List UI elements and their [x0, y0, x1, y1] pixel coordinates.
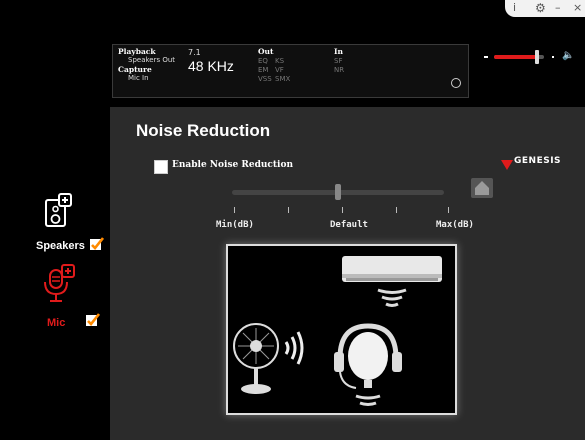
air-conditioner-icon — [342, 256, 442, 307]
playback-label: Playback — [118, 47, 156, 56]
speakers-checkbox[interactable] — [90, 236, 105, 255]
mic-icon[interactable] — [39, 264, 77, 308]
genesis-logo — [500, 156, 514, 175]
fan-icon — [233, 323, 304, 394]
noise-reduction-illustration — [226, 244, 457, 415]
out-item: VF — [275, 66, 284, 74]
home-icon — [475, 181, 489, 195]
slider-max-label: Max(dB) — [436, 220, 474, 230]
out-item: KS — [275, 57, 285, 65]
mic-label[interactable]: Mic — [47, 317, 65, 329]
capture-label: Capture — [118, 65, 152, 74]
enable-noise-reduction-checkbox[interactable] — [154, 160, 168, 174]
out-item: EM — [258, 66, 269, 74]
volume-thumb[interactable] — [534, 50, 539, 64]
volume-fill — [494, 55, 537, 59]
settings-icon[interactable]: ⚙ — [535, 1, 546, 15]
out-item: VSS — [258, 75, 272, 83]
slider-tick — [288, 207, 289, 213]
genesis-logo-text: GENESIS — [514, 156, 562, 166]
out-item: SMX — [275, 75, 291, 83]
out-item: EQ — [258, 57, 268, 65]
in-label: In — [334, 47, 343, 56]
slider-tick — [396, 207, 397, 213]
in-item: NR — [334, 66, 345, 74]
speakers-label[interactable]: Speakers — [36, 240, 85, 252]
slider-default-label: Default — [330, 220, 368, 230]
speaker-volume-icon[interactable]: 🔈 — [562, 50, 574, 61]
slider-tick — [234, 207, 235, 213]
volume-dot — [552, 56, 554, 58]
in-item: SF — [334, 57, 343, 65]
capture-device: Mic In — [128, 74, 149, 82]
window-controls: i ⚙ – × — [505, 0, 585, 17]
page-title: Noise Reduction — [136, 121, 271, 140]
refresh-icon[interactable] — [451, 78, 461, 88]
playback-device: Speakers Out — [128, 56, 176, 64]
headset-icon — [334, 323, 402, 406]
minimize-icon[interactable]: – — [555, 1, 561, 14]
enable-noise-reduction-label[interactable]: Enable Noise Reduction — [172, 160, 293, 170]
info-bar — [112, 44, 469, 98]
speaker-icon[interactable] — [44, 193, 74, 233]
volume-min-mark — [484, 56, 488, 58]
mic-checkbox[interactable] — [86, 312, 101, 331]
sample-rate: 48 KHz — [188, 58, 234, 74]
info-icon[interactable]: i — [513, 1, 516, 14]
slider-tick — [342, 207, 343, 213]
close-icon[interactable]: × — [573, 1, 582, 14]
slider-tick — [448, 207, 449, 213]
channels: 7.1 — [188, 48, 201, 57]
slider-min-label: Min(dB) — [216, 220, 254, 230]
noise-level-slider-thumb[interactable] — [335, 184, 341, 200]
out-label: Out — [258, 47, 274, 56]
home-button[interactable] — [471, 178, 493, 198]
